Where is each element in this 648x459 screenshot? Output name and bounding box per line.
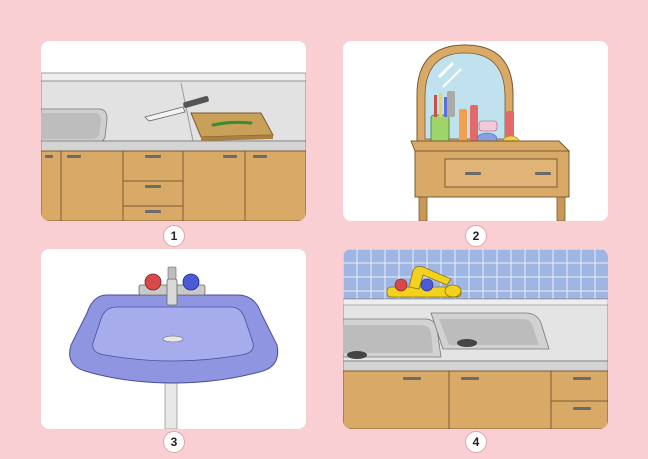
dressing-table-illustration <box>410 44 571 221</box>
panel-number-4: 4 <box>465 431 487 453</box>
dressing-table-card[interactable] <box>343 41 608 221</box>
cutting-board-icon <box>190 112 274 141</box>
panel-number-2: 2 <box>465 225 487 247</box>
kitchen-double-sink-card[interactable] <box>343 249 608 429</box>
bathroom-sink-illustration <box>69 266 279 429</box>
panel-number-3: 3 <box>163 431 185 453</box>
kitchen-double-sink-illustration <box>343 249 608 429</box>
panel-number-1: 1 <box>163 225 185 247</box>
kitchen-counter-card[interactable] <box>41 41 306 221</box>
kitchen-counter-illustration <box>41 72 306 221</box>
bathroom-sink-card[interactable] <box>41 249 306 429</box>
